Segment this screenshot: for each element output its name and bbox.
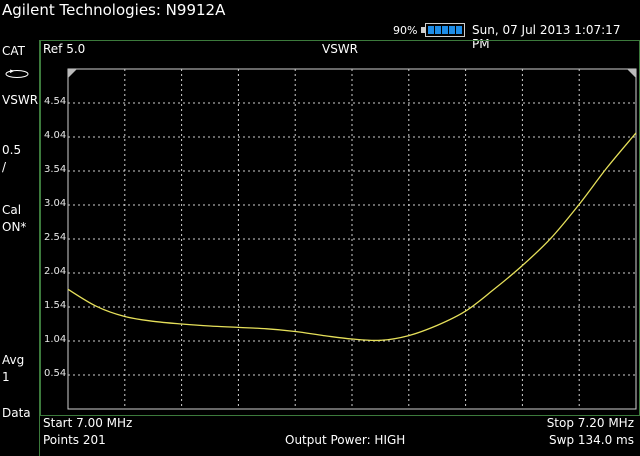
y-tick-label: 1.54	[44, 300, 67, 311]
stop-frequency[interactable]: Stop 7.20 MHz	[547, 416, 634, 430]
y-tick-label: 2.54	[44, 232, 67, 243]
y-tick-label: 1.04	[44, 334, 67, 345]
y-tick-label: 3.54	[44, 164, 67, 175]
y-tick-label: 2.04	[44, 266, 67, 277]
y-tick-label: 4.54	[44, 96, 67, 107]
right-marker-icon	[627, 69, 636, 78]
left-marker-icon	[68, 69, 77, 78]
footer: Start 7.00 MHz Stop 7.20 MHz Points 201 …	[40, 416, 640, 456]
y-tick-label: 0.54	[44, 368, 67, 379]
sweep-time[interactable]: Swp 134.0 ms	[549, 433, 634, 447]
points-count[interactable]: Points 201	[43, 433, 106, 447]
y-tick-label: 4.04	[44, 130, 67, 141]
y-tick-label: 3.04	[44, 198, 67, 209]
start-frequency[interactable]: Start 7.00 MHz	[43, 416, 132, 430]
output-power[interactable]: Output Power: HIGH	[285, 433, 405, 447]
vswr-plot[interactable]	[0, 0, 640, 456]
